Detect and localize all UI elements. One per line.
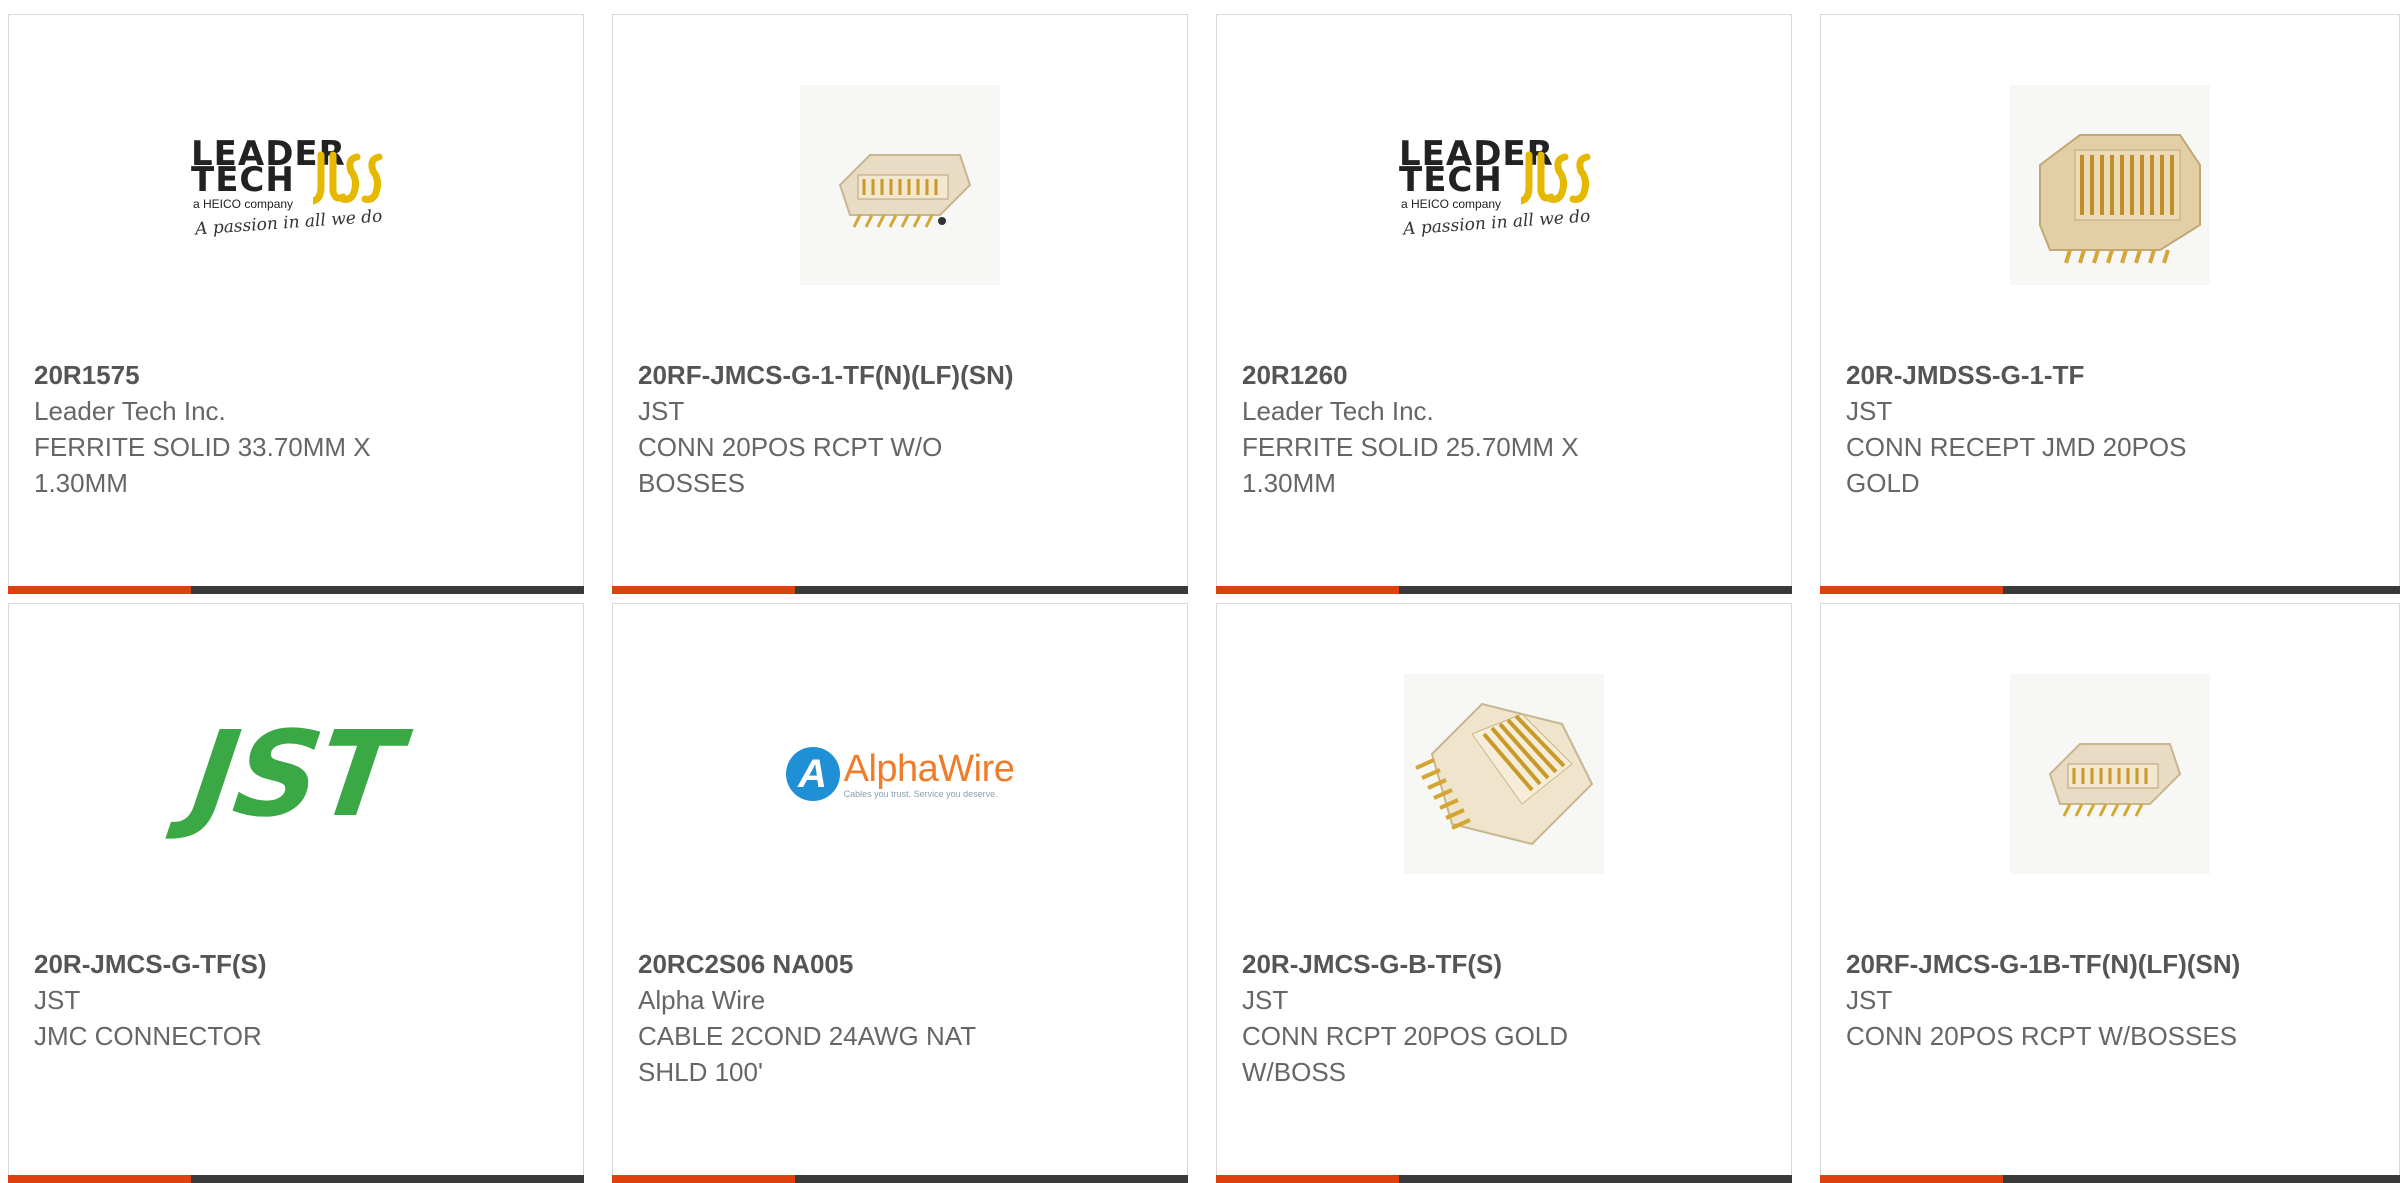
product-card[interactable]: LEADER TECH a HEICO company A passion in… [8,14,584,594]
product-card[interactable]: 20R-JMDSS-G-1-TF JST CONN RECEPT JMD 20P… [1820,14,2400,594]
product-image[interactable] [613,15,1187,355]
product-image[interactable]: A AlphaWire Cables you trust. Service yo… [613,604,1187,944]
leader-tech-logo: LEADER TECH a HEICO company A passion in… [191,134,383,240]
product-image[interactable] [1821,604,2399,944]
description: FERRITE SOLID 25.70MM X 1.30MM [1242,432,1579,498]
part-number[interactable]: 20R1260 [1242,357,1662,393]
manufacturer: JST [1846,985,1893,1015]
card-bottom-bar [612,586,1188,594]
product-image[interactable]: LEADER TECH a HEICO company A passion in… [1217,15,1791,355]
product-image[interactable]: JST [9,604,583,944]
connector-photo [800,85,1000,285]
product-image[interactable]: LEADER TECH a HEICO company A passion in… [9,15,583,355]
manufacturer: Leader Tech Inc. [1242,396,1434,426]
product-image[interactable] [1217,604,1791,944]
connector-photo [2010,85,2210,285]
alphawire-logo: A AlphaWire Cables you trust. Service yo… [785,747,1015,801]
manufacturer: JST [638,396,685,426]
manufacturer: Leader Tech Inc. [34,396,226,426]
card-bottom-bar [1216,586,1792,594]
jst-logo: JST [184,705,408,843]
manufacturer: JST [34,985,81,1015]
description: CONN 20POS RCPT W/O BOSSES [638,432,943,498]
card-bottom-bar [612,1175,1188,1183]
manufacturer: Alpha Wire [638,985,766,1015]
part-number[interactable]: 20R1575 [34,357,454,393]
description: CONN 20POS RCPT W/BOSSES [1846,1021,2238,1051]
product-card[interactable]: JST 20R-JMCS-G-TF(S) JST JMC CONNECTOR [8,603,584,1183]
product-card[interactable]: 20RF-JMCS-G-1-TF(N)(LF)(SN) JST CONN 20P… [612,14,1188,594]
description: CONN RCPT 20POS GOLD W/BOSS [1242,1021,1569,1087]
card-bottom-bar [1820,586,2400,594]
connector-photo [1404,674,1604,874]
part-number[interactable]: 20R-JMCS-G-B-TF(S) [1242,946,1662,982]
card-bottom-bar [8,586,584,594]
product-card[interactable]: LEADER TECH a HEICO company A passion in… [1216,14,1792,594]
description: CONN RECEPT JMD 20POS GOLD [1846,432,2187,498]
part-number[interactable]: 20R-JMCS-G-TF(S) [34,946,454,982]
description: JMC CONNECTOR [34,1021,262,1051]
part-number[interactable]: 20R-JMDSS-G-1-TF [1846,357,2266,393]
description: FERRITE SOLID 33.70MM X 1.30MM [34,432,371,498]
connector-photo [2010,674,2210,874]
card-bottom-bar [1216,1175,1792,1183]
part-number[interactable]: 20RF-JMCS-G-1B-TF(N)(LF)(SN) [1846,946,2266,982]
card-bottom-bar [1820,1175,2400,1183]
product-card[interactable]: 20RF-JMCS-G-1B-TF(N)(LF)(SN) JST CONN 20… [1820,603,2400,1183]
product-card[interactable]: A AlphaWire Cables you trust. Service yo… [612,603,1188,1183]
card-bottom-bar [8,1175,584,1183]
product-image[interactable] [1821,15,2399,355]
manufacturer: JST [1846,396,1893,426]
product-card[interactable]: 20R-JMCS-G-B-TF(S) JST CONN RCPT 20POS G… [1216,603,1792,1183]
manufacturer: JST [1242,985,1289,1015]
part-number[interactable]: 20RC2S06 NA005 [638,946,1058,982]
part-number[interactable]: 20RF-JMCS-G-1-TF(N)(LF)(SN) [638,357,1058,393]
leader-tech-logo: LEADER TECH a HEICO company A passion in… [1399,134,1591,240]
description: CABLE 2COND 24AWG NAT SHLD 100' [638,1021,977,1087]
